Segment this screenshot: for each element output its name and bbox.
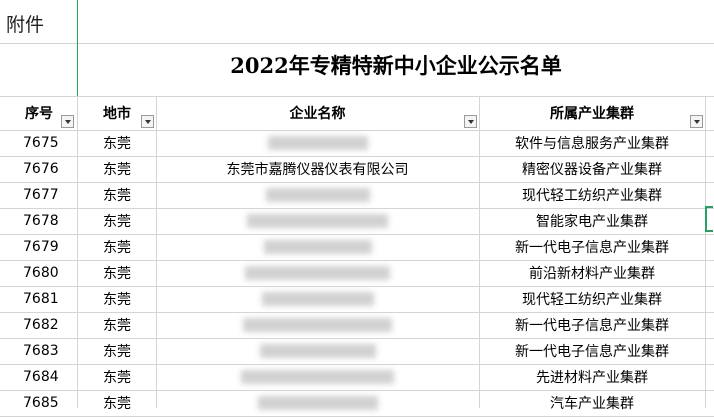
table-row[interactable]: 7675 东莞 软件与信息服务产业集群	[0, 130, 714, 157]
sheet-title: 2022年专精特新中小企业公示名单	[230, 53, 562, 78]
cell-cluster[interactable]: 精密仪器设备产业集群	[479, 156, 705, 182]
cell-id[interactable]: 7685	[0, 390, 78, 416]
redacted-company-name	[265, 188, 370, 202]
table-row[interactable]: 7676 东莞 东莞市嘉腾仪器仪表有限公司 精密仪器设备产业集群	[0, 156, 714, 183]
filter-dropdown-icon[interactable]	[61, 115, 74, 128]
cell-id[interactable]: 7677	[0, 182, 78, 208]
filter-dropdown-icon[interactable]	[690, 115, 703, 128]
table-row[interactable]: 7681 东莞 现代轻工纺织产业集群	[0, 286, 714, 313]
cell-id[interactable]: 7676	[0, 156, 78, 182]
header-cluster-label: 所属产业集群	[550, 106, 634, 122]
cell-id[interactable]: 7681	[0, 286, 78, 312]
table-row[interactable]: 7684 东莞 先进材料产业集群	[0, 364, 714, 391]
cell-cluster[interactable]: 现代轻工纺织产业集群	[479, 286, 705, 312]
cell-city[interactable]: 东莞	[78, 182, 156, 208]
cell-id[interactable]: 7680	[0, 260, 78, 286]
cell-cluster[interactable]: 新一代电子信息产业集群	[479, 234, 705, 260]
row-border	[0, 43, 714, 44]
cell-id[interactable]: 7675	[0, 130, 78, 156]
cell-city[interactable]: 东莞	[78, 338, 156, 364]
cell-cluster[interactable]: 现代轻工纺织产业集群	[479, 182, 705, 208]
table-row[interactable]: 7677 东莞 现代轻工纺织产业集群	[0, 182, 714, 209]
cell-id[interactable]: 7683	[0, 338, 78, 364]
redacted-company-name	[261, 292, 374, 306]
cell-id[interactable]: 7678	[0, 208, 78, 234]
cell-city[interactable]: 东莞	[78, 312, 156, 338]
table-row[interactable]: 7685 东莞 汽车产业集群	[0, 390, 714, 417]
cell-city[interactable]: 东莞	[78, 260, 156, 286]
redacted-company-name	[263, 240, 372, 254]
cell-city[interactable]: 东莞	[78, 234, 156, 260]
cell-city[interactable]: 东莞	[78, 130, 156, 156]
spreadsheet-grid[interactable]: 附件 2022年专精特新中小企业公示名单 序号 地市 企业名称 所属产业集群 7…	[0, 0, 714, 417]
table-row[interactable]: 7679 东莞 新一代电子信息产业集群	[0, 234, 714, 261]
cell-city[interactable]: 东莞	[78, 156, 156, 182]
header-cluster: 所属产业集群	[479, 96, 705, 130]
cell-company[interactable]: 东莞市嘉腾仪器仪表有限公司	[156, 156, 479, 182]
cell-cluster[interactable]: 软件与信息服务产业集群	[479, 130, 705, 156]
cell-cluster[interactable]: 先进材料产业集群	[479, 364, 705, 390]
header-id-label: 序号	[25, 106, 53, 122]
cell-cluster[interactable]: 汽车产业集群	[479, 390, 705, 416]
cell-id[interactable]: 7682	[0, 312, 78, 338]
cell-city[interactable]: 东莞	[78, 286, 156, 312]
redacted-company-name	[241, 370, 394, 384]
header-city-label: 地市	[103, 106, 131, 122]
cell-cluster[interactable]: 前沿新材料产业集群	[479, 260, 705, 286]
cell-city[interactable]: 东莞	[78, 390, 156, 416]
column-a-border	[77, 0, 78, 96]
redacted-company-name	[245, 266, 390, 280]
cell-city[interactable]: 东莞	[78, 364, 156, 390]
cell-id[interactable]: 7679	[0, 234, 78, 260]
attachment-label: 附件	[6, 14, 45, 36]
table-row[interactable]: 7678 东莞 智能家电产业集群	[0, 208, 714, 235]
table-row[interactable]: 7680 东莞 前沿新材料产业集群	[0, 260, 714, 287]
selected-cell-marker	[705, 206, 713, 232]
header-company: 企业名称	[156, 96, 479, 130]
filter-dropdown-icon[interactable]	[141, 115, 154, 128]
header-company-label: 企业名称	[289, 106, 346, 122]
filter-dropdown-icon[interactable]	[464, 115, 477, 128]
redacted-company-name	[243, 318, 392, 332]
cell-cluster[interactable]: 智能家电产业集群	[479, 208, 705, 234]
table-row[interactable]: 7682 东莞 新一代电子信息产业集群	[0, 312, 714, 339]
cell-id[interactable]: 7684	[0, 364, 78, 390]
redacted-company-name	[267, 136, 368, 150]
cell-cluster[interactable]: 新一代电子信息产业集群	[479, 338, 705, 364]
table-row[interactable]: 7683 东莞 新一代电子信息产业集群	[0, 338, 714, 365]
cell-city[interactable]: 东莞	[78, 208, 156, 234]
redacted-company-name	[247, 214, 388, 228]
cell-cluster[interactable]: 新一代电子信息产业集群	[479, 312, 705, 338]
redacted-company-name	[259, 344, 376, 358]
